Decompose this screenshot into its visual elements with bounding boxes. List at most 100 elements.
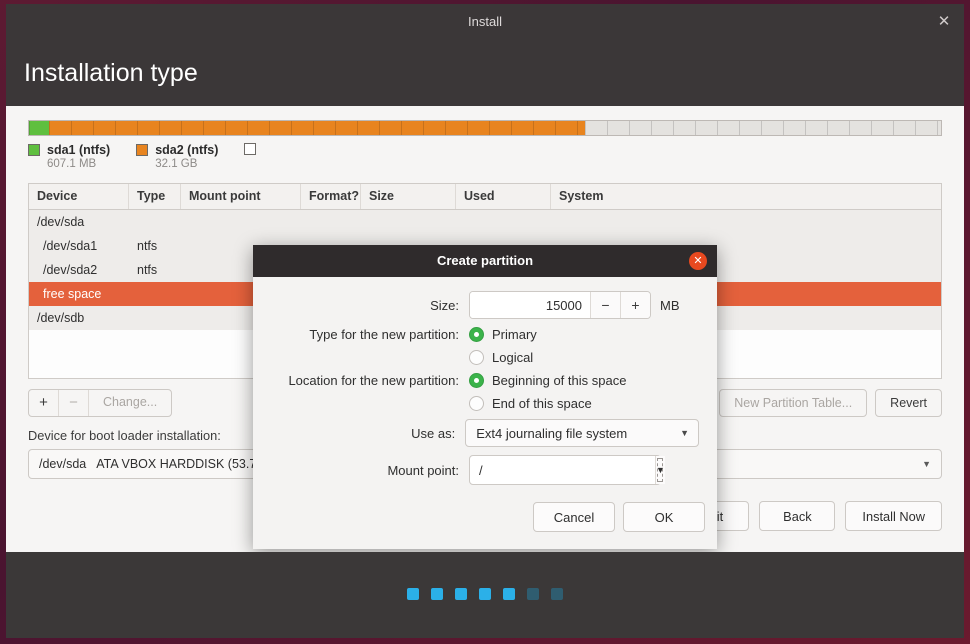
progress-dots [0,588,970,600]
radio-location-beginning-label: Beginning of this space [492,373,627,388]
location-row-beginning: Location for the new partition: Beginnin… [265,373,699,388]
use-as-select[interactable]: Ext4 journaling file system ▼ [465,419,699,447]
partition-bar [28,120,942,136]
legend-item-label: sda2 (ntfs) [155,143,219,157]
boot-loader-device: /dev/sda [39,457,87,471]
use-as-label: Use as: [411,425,456,441]
window-title: Install [468,14,502,29]
mount-point-combo: ▼ [469,455,665,485]
size-input[interactable] [470,292,590,318]
size-increment-button[interactable]: + [620,292,650,318]
add-partition-button[interactable]: + [29,390,59,416]
table-header-row: Device Type Mount point Format? Size Use… [29,184,941,210]
legend-item-label: sda1 (ntfs) [47,143,111,157]
dialog-body: Size: − + MB Type for the new partition:… [253,277,717,495]
legend-item: sda2 (ntfs) 32.1 GB [136,143,218,179]
radio-type-logical[interactable]: Logical [469,350,533,365]
progress-dot [455,588,467,600]
legend-item-size: 607.1 MB [47,158,97,170]
progress-dot [527,588,539,600]
progress-dot [551,588,563,600]
partition-segment-sda2[interactable] [49,121,586,135]
page-title: Installation type [24,58,198,87]
chevron-down-icon: ▼ [680,428,689,438]
cell-device: /dev/sdb [37,311,85,325]
column-header-mount-point[interactable]: Mount point [181,184,301,209]
ok-button[interactable]: OK [623,502,705,532]
install-now-button[interactable]: Install Now [845,501,942,531]
radio-selected-icon [469,327,484,342]
chevron-down-icon: ▼ [922,459,931,469]
size-unit-label: MB [660,297,680,313]
cell-device: /dev/sda2 [43,263,98,277]
revert-button[interactable]: Revert [875,389,942,417]
location-row-end: End of this space [265,396,699,411]
cancel-button[interactable]: Cancel [533,502,615,532]
radio-location-beginning[interactable]: Beginning of this space [469,373,626,388]
column-header-device[interactable]: Device [29,184,129,209]
close-icon[interactable]: ✕ [936,14,952,30]
legend-swatch-icon [244,143,257,155]
mount-point-dropdown-button[interactable]: ▼ [655,456,665,484]
column-header-format[interactable]: Format? [301,184,361,209]
legend-item: sda1 (ntfs) 607.1 MB [28,143,110,179]
radio-location-end-label: End of this space [492,396,592,411]
table-row[interactable]: /dev/sda [29,210,941,234]
legend-item [244,143,263,179]
partition-segment-sda1[interactable] [29,121,50,135]
column-header-used[interactable]: Used [456,184,551,209]
close-icon[interactable]: ✕ [689,252,707,270]
cell-type: ntfs [137,263,158,277]
window-titlebar: Install ✕ [6,4,964,40]
dialog-title: Create partition [436,253,534,268]
radio-location-end[interactable]: End of this space [469,396,592,411]
size-decrement-button[interactable]: − [590,292,620,318]
size-row: Size: − + MB [265,291,699,319]
type-row-logical: Logical [265,350,699,365]
size-stepper: − + [469,291,651,319]
progress-dot [407,588,419,600]
page-header: Installation type [6,40,964,106]
use-as-row: Use as: Ext4 journaling file system ▼ [265,419,699,447]
size-label: Size: [430,297,459,313]
radio-type-logical-label: Logical [492,350,534,365]
dialog-titlebar: Create partition ✕ [253,245,717,277]
type-row-primary: Type for the new partition: Primary [265,327,699,342]
dialog-actions: Cancel OK [253,495,717,549]
desktop-background: Install ✕ Installation type sda1 (ntfs) [0,0,970,644]
mount-point-label: Mount point: [387,462,459,478]
legend-item-size: 32.1 GB [155,158,198,170]
column-header-system[interactable]: System [551,184,941,209]
location-label: Location for the new partition: [288,373,459,388]
cell-type: ntfs [137,239,158,253]
radio-type-primary-label: Primary [492,327,537,342]
new-partition-table-button[interactable]: New Partition Table... [719,389,868,417]
legend-swatch-icon [28,144,40,156]
partition-legend: sda1 (ntfs) 607.1 MB sda2 (ntfs) 32.1 GB [28,143,942,179]
cell-device: free space [43,287,102,301]
legend-swatch-icon [136,144,149,156]
partition-edit-buttons: + − Change... [28,389,173,417]
radio-selected-icon [469,373,484,388]
mount-point-row: Mount point: ▼ [265,455,699,485]
change-partition-button[interactable]: Change... [89,390,171,416]
use-as-value: Ext4 journaling file system [476,425,628,441]
radio-unselected-icon [469,396,484,411]
mount-point-input[interactable] [470,456,655,484]
installer-window: Install ✕ Installation type sda1 (ntfs) [6,4,964,552]
chevron-down-icon: ▼ [656,465,665,475]
radio-unselected-icon [469,350,484,365]
column-header-size[interactable]: Size [361,184,456,209]
progress-dot [479,588,491,600]
cell-device: /dev/sda [37,215,85,229]
partition-segment-free[interactable] [585,121,941,135]
back-button[interactable]: Back [759,501,836,531]
create-partition-dialog: Create partition ✕ Size: − + MB [253,245,717,549]
radio-type-primary[interactable]: Primary [469,327,537,342]
type-label: Type for the new partition: [309,327,459,342]
remove-partition-button[interactable]: − [59,390,89,416]
progress-dot [431,588,443,600]
progress-dot [503,588,515,600]
installer-content: sda1 (ntfs) 607.1 MB sda2 (ntfs) 32.1 GB [6,106,964,552]
column-header-type[interactable]: Type [129,184,181,209]
